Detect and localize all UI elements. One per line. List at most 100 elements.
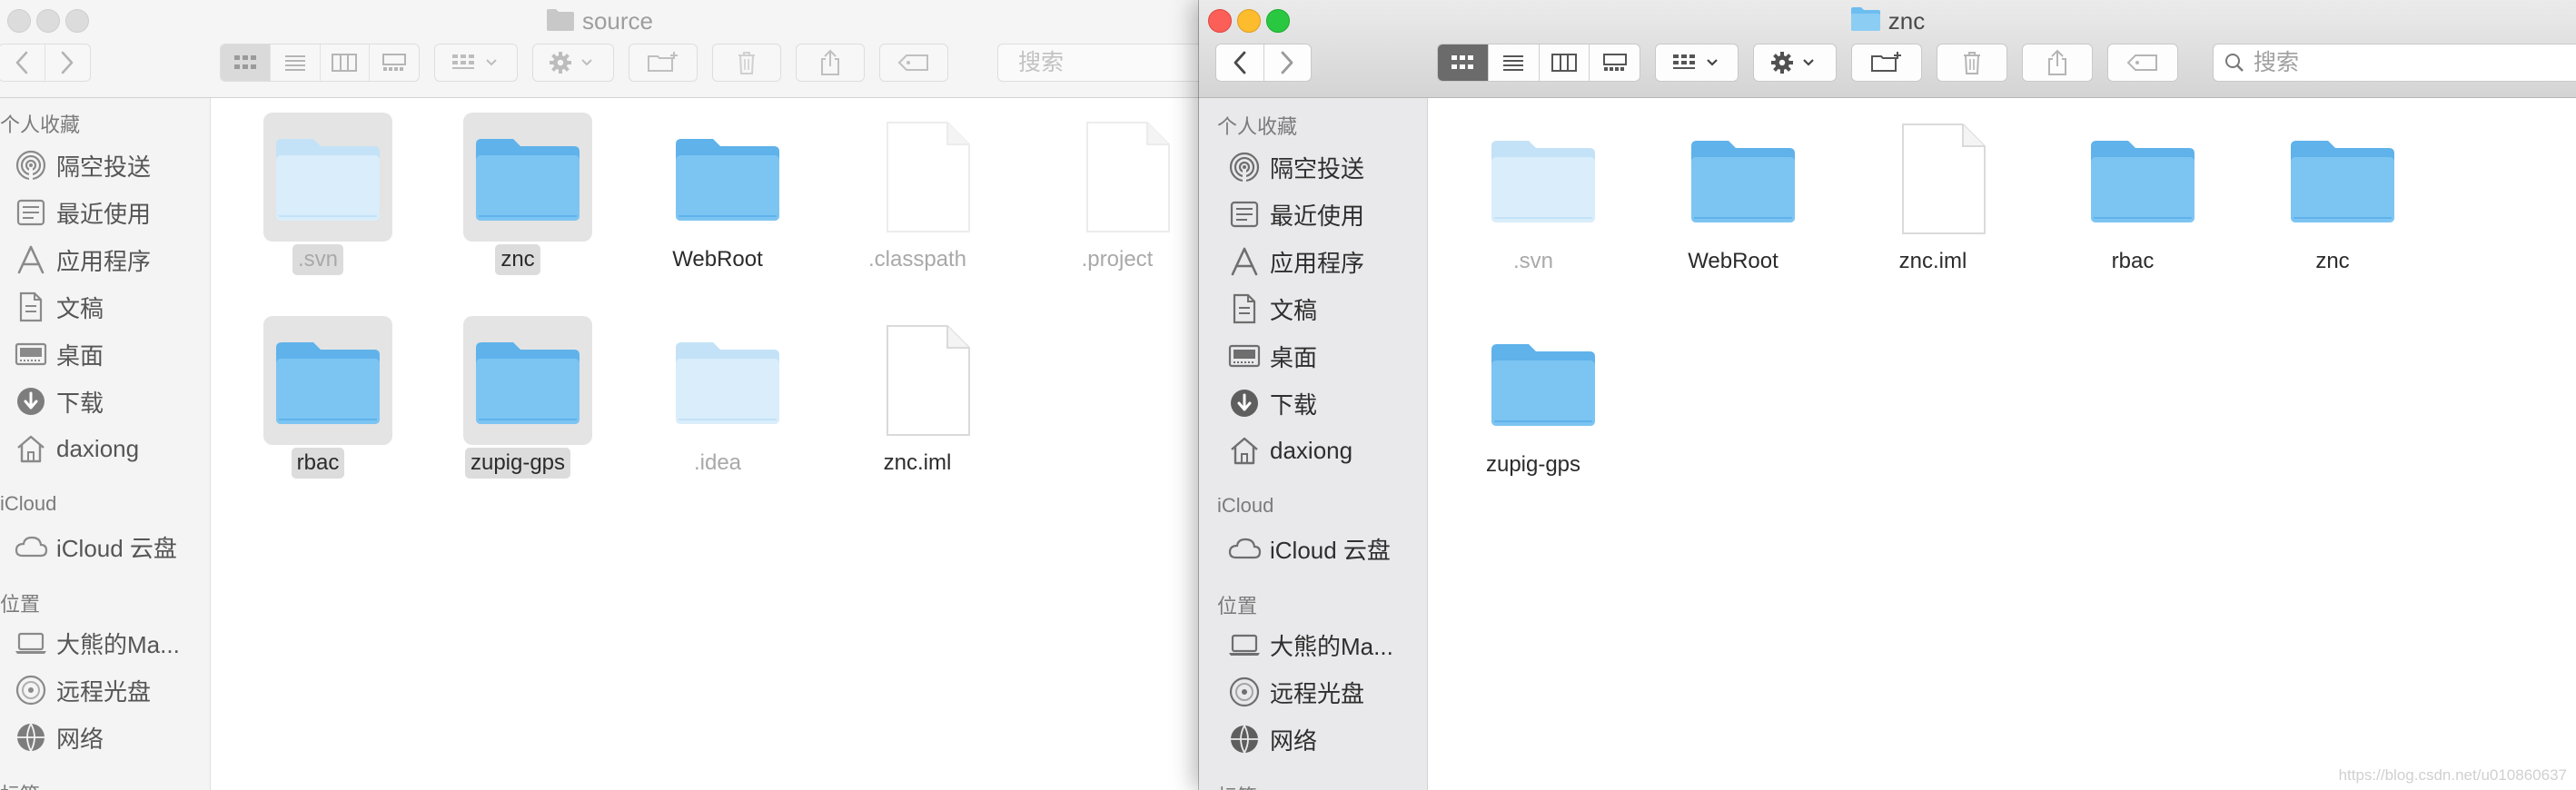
file-name-label: znc (2242, 246, 2423, 277)
search-input[interactable] (2254, 49, 2526, 76)
disc-icon (1226, 674, 1263, 710)
sidebar-item-recents[interactable]: 最近使用 (13, 191, 151, 234)
file-item[interactable]: .classpath (827, 105, 1008, 305)
tag-button[interactable] (2107, 44, 2178, 82)
folder-item[interactable]: znc (2242, 107, 2423, 307)
sidebar-item-network[interactable]: 网络 (13, 716, 104, 759)
list-view-button[interactable] (1487, 44, 1539, 81)
sidebar-item-home[interactable]: daxiong (1226, 429, 1352, 472)
folder-item[interactable]: zupig-gps (427, 309, 609, 509)
file-name: rbac (2111, 249, 2155, 273)
sidebar-item-applications[interactable]: 应用程序 (13, 238, 151, 281)
icon-view-button[interactable] (1438, 44, 1488, 81)
list-view-icon (284, 55, 305, 71)
delete-button[interactable] (712, 44, 781, 82)
sidebar-item-desktop[interactable]: 桌面 (13, 332, 104, 376)
file-grid: .svn znc WebRoot .classpath .project rbac zupi… (211, 98, 1199, 790)
folder-item[interactable]: rbac (227, 309, 409, 509)
share-icon (2048, 49, 2066, 75)
document-icon (1878, 114, 2007, 243)
finder-window-znc[interactable]: znc 搜索 个人收藏 隔空投送 最近使用 应用程序 文稿 桌面 下载 daxi… (1199, 0, 2576, 790)
list-view-button[interactable] (269, 44, 320, 81)
sidebar-item-remote-disc[interactable]: 远程光盘 (13, 668, 151, 712)
finder-window-source[interactable]: source 搜索 个人收藏 隔空投送 最近使用 应用程序 文稿 桌面 下载 d… (0, 0, 1199, 790)
sidebar-item-mac[interactable]: 大熊的Ma... (13, 621, 180, 665)
sidebar: 个人收藏 隔空投送 最近使用 应用程序 文稿 桌面 下载 daxiong iCl… (0, 98, 211, 790)
desktop-icon (1226, 338, 1263, 374)
folder-item[interactable]: .idea (627, 309, 808, 509)
folder-item[interactable]: WebRoot (627, 105, 808, 305)
back-button[interactable] (1216, 44, 1263, 81)
file-name: WebRoot (672, 247, 763, 272)
group-button[interactable] (434, 44, 518, 82)
sidebar-item-mac[interactable]: 大熊的Ma... (1226, 623, 1393, 667)
sidebar-item-airdrop[interactable]: 隔空投送 (13, 143, 151, 187)
sidebar-item-icloud-drive[interactable]: iCloud 云盘 (13, 525, 177, 568)
file-name-label: .idea (627, 448, 808, 479)
folder-item[interactable]: .svn (1442, 107, 1624, 307)
folder-icon (546, 6, 575, 41)
file-name: zupig-gps (464, 448, 571, 479)
folder-item[interactable]: zupig-gps (1442, 311, 1624, 510)
desktop-icon (13, 336, 49, 372)
file-item[interactable]: znc.iml (827, 309, 1008, 509)
column-view-button[interactable] (319, 44, 370, 81)
share-button[interactable] (796, 44, 865, 82)
sidebar-item-applications[interactable]: 应用程序 (1226, 240, 1364, 283)
folder-item[interactable]: WebRoot (1642, 107, 1824, 307)
sidebar-item-label: 下载 (1270, 390, 1318, 419)
sidebar-item-downloads[interactable]: 下载 (1226, 381, 1317, 425)
file-item[interactable]: znc.iml (1842, 107, 2024, 307)
file-name: znc.iml (883, 450, 952, 475)
share-button[interactable] (2022, 44, 2093, 82)
sidebar-item-desktop[interactable]: 桌面 (1226, 334, 1317, 378)
folder-item[interactable]: .svn (227, 105, 409, 305)
search-field[interactable] (2213, 44, 2576, 82)
sidebar-item-documents[interactable]: 文稿 (13, 285, 104, 329)
sidebar-item-label: 远程光盘 (1270, 679, 1365, 707)
search-input[interactable] (1018, 49, 1199, 76)
column-view-button[interactable] (1538, 44, 1590, 81)
tag-icon (897, 54, 928, 71)
downloads-icon (1226, 385, 1263, 421)
file-name: rbac (291, 448, 345, 479)
file-name-label: znc.iml (827, 448, 1008, 479)
action-button[interactable] (1753, 44, 1837, 82)
sidebar-item-airdrop[interactable]: 隔空投送 (1226, 145, 1364, 189)
folder-item[interactable]: rbac (2042, 107, 2224, 307)
new-folder-button[interactable] (1851, 44, 1922, 82)
sidebar-item-downloads[interactable]: 下载 (13, 380, 104, 423)
tag-button[interactable] (879, 44, 948, 82)
sidebar-item-documents[interactable]: 文稿 (1226, 287, 1317, 331)
documents-icon (1226, 291, 1263, 327)
folder-item[interactable]: znc (427, 105, 609, 305)
icon-view-button[interactable] (221, 44, 270, 81)
gallery-view-button[interactable] (1589, 44, 1640, 81)
forward-icon (61, 51, 74, 74)
delete-button[interactable] (1937, 44, 2007, 82)
sidebar-item-network[interactable]: 网络 (1226, 717, 1317, 761)
column-view-icon (332, 54, 358, 72)
new-folder-button[interactable] (629, 44, 698, 82)
group-button[interactable] (1655, 44, 1739, 82)
file-name-label: zupig-gps (1442, 449, 1624, 480)
search-field[interactable] (997, 44, 1199, 82)
sidebar-item-label: 网络 (1270, 726, 1318, 755)
forward-button[interactable] (44, 44, 91, 81)
action-button[interactable] (532, 44, 614, 82)
new-folder-icon (648, 52, 678, 72)
home-icon (13, 430, 49, 467)
file-item[interactable]: .project (1026, 105, 1199, 305)
sidebar-item-home[interactable]: daxiong (13, 427, 139, 470)
gallery-view-button[interactable] (369, 44, 419, 81)
back-button[interactable] (0, 44, 45, 81)
sidebar-item-label: 文稿 (1270, 296, 1318, 324)
sidebar-item-remote-disc[interactable]: 远程光盘 (1226, 670, 1364, 714)
folder-icon (463, 113, 592, 242)
sidebar-item-icloud-drive[interactable]: iCloud 云盘 (1226, 527, 1391, 570)
sidebar-item-label: 桌面 (56, 341, 104, 370)
forward-button[interactable] (1263, 44, 1312, 81)
file-name: .svn (1512, 249, 1553, 273)
group-icon (452, 54, 497, 69)
sidebar-item-recents[interactable]: 最近使用 (1226, 193, 1364, 236)
